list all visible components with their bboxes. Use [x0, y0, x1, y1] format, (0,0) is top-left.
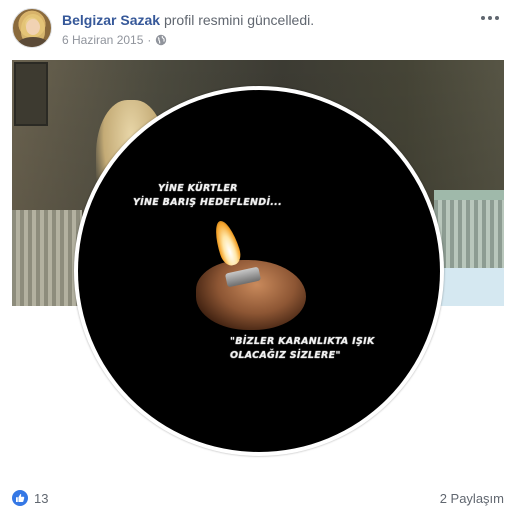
- reactions-summary[interactable]: 13: [12, 490, 48, 506]
- post-title-line: Belgizar Sazak profil resmini güncelledi…: [62, 11, 314, 29]
- share-count-link[interactable]: 2 Paylaşım: [440, 491, 504, 506]
- flame-icon: [210, 218, 244, 268]
- cushion: [434, 268, 504, 306]
- image-caption-line-1: YİNE KÜRTLER: [158, 183, 238, 194]
- image-caption-line-2: YİNE BARIŞ HEDEFLENDİ...: [133, 197, 282, 208]
- image-caption-line-3: "BİZLER KARANLIKTA IŞIK: [230, 336, 375, 347]
- wall-frame-image: [14, 62, 48, 126]
- profile-update-photo[interactable]: YİNE KÜRTLER YİNE BARIŞ HEDEFLENDİ... "B…: [12, 60, 504, 480]
- profile-picture[interactable]: YİNE KÜRTLER YİNE BARIŞ HEDEFLENDİ... "B…: [78, 90, 440, 452]
- date-separator: ·: [147, 33, 152, 47]
- like-count: 13: [34, 490, 49, 506]
- post-subtitle: 6 Haziran 2015 ·: [62, 32, 167, 48]
- author-avatar[interactable]: [12, 8, 52, 48]
- author-name-link[interactable]: Belgizar Sazak: [62, 12, 160, 28]
- globe-icon[interactable]: [155, 34, 167, 46]
- post-action-text: profil resmini güncelledi.: [163, 12, 315, 28]
- post-date[interactable]: 6 Haziran 2015: [62, 32, 143, 48]
- more-options-icon[interactable]: [478, 8, 502, 28]
- wallpaper-left: [12, 210, 82, 306]
- post-footer: 13 2 Paylaşım: [12, 484, 504, 514]
- like-icon: [12, 490, 28, 506]
- post-card: Belgizar Sazak profil resmini güncelledi…: [0, 0, 510, 520]
- post-header: Belgizar Sazak profil resmini güncelledi…: [12, 8, 502, 52]
- image-caption-line-4: OLACAĞIZ SİZLERE": [230, 350, 341, 361]
